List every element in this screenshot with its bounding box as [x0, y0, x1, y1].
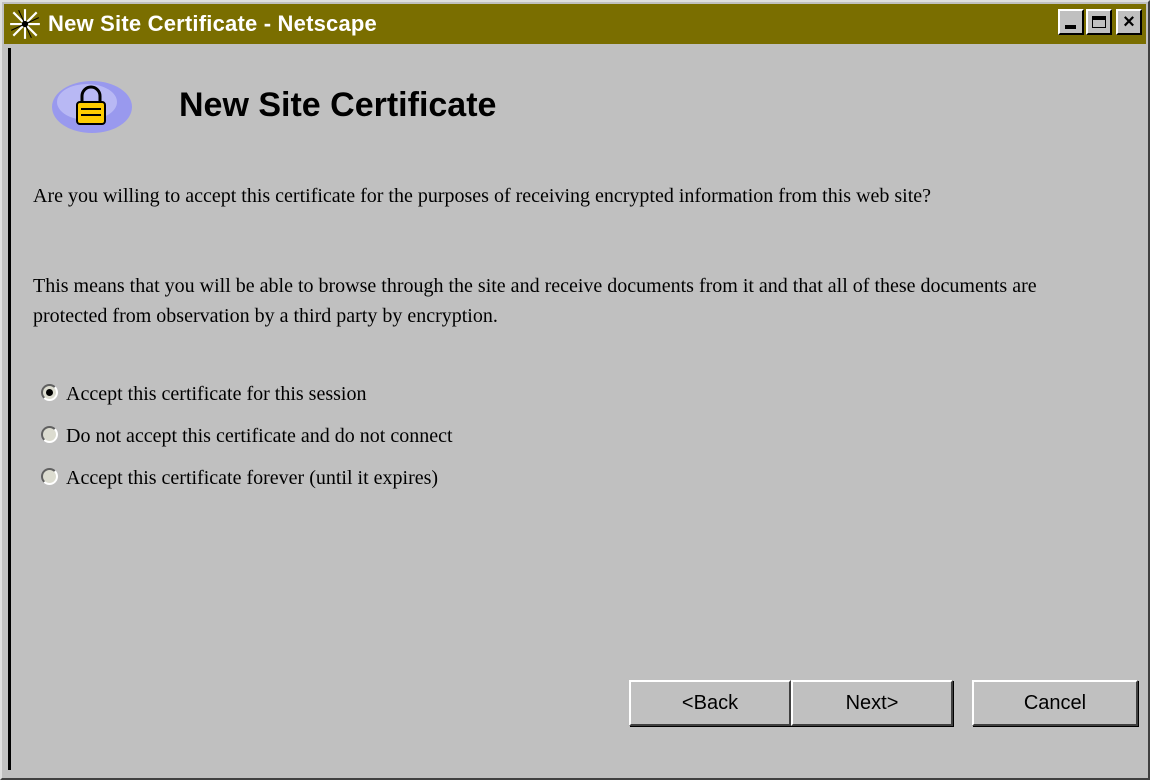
maximize-icon	[1092, 16, 1106, 28]
radio-accept-session[interactable]	[41, 383, 58, 401]
option-label: Do not accept this certificate and do no…	[66, 424, 453, 447]
page-title: New Site Certificate	[179, 85, 497, 124]
window-title: New Site Certificate - Netscape	[48, 11, 377, 36]
maximize-button[interactable]	[1086, 9, 1112, 35]
window-controls: ×	[1056, 9, 1142, 35]
radio-accept-forever[interactable]	[41, 467, 58, 485]
dialog-content: New Site Certificate Are you willing to …	[8, 48, 1142, 770]
netscape-icon	[8, 7, 42, 41]
close-icon: ×	[1123, 11, 1135, 33]
option-label: Accept this certificate forever (until i…	[66, 466, 439, 489]
option-do-not-accept[interactable]: Do not accept this certificate and do no…	[41, 415, 453, 457]
lock-icon	[52, 81, 132, 133]
cancel-button[interactable]: Cancel	[972, 680, 1138, 726]
minimize-icon	[1065, 25, 1076, 29]
dialog-window: New Site Certificate - Netscape × New Si…	[0, 0, 1150, 780]
explanation-text: This means that you will be able to brow…	[33, 275, 1037, 327]
radio-do-not-accept[interactable]	[41, 425, 58, 443]
minimize-button[interactable]	[1058, 9, 1084, 35]
certificate-options: Accept this certificate for this session…	[41, 373, 453, 499]
option-accept-session[interactable]: Accept this certificate for this session	[41, 373, 453, 415]
question-text: Are you willing to accept this certifica…	[33, 185, 932, 207]
close-button[interactable]: ×	[1116, 9, 1142, 35]
back-button[interactable]: <Back	[629, 680, 791, 726]
option-accept-forever[interactable]: Accept this certificate forever (until i…	[41, 457, 453, 499]
option-label: Accept this certificate for this session	[66, 382, 367, 405]
next-button[interactable]: Next>	[791, 680, 953, 726]
title-bar[interactable]: New Site Certificate - Netscape ×	[4, 4, 1146, 44]
dialog-header: New Site Certificate	[11, 48, 1142, 158]
